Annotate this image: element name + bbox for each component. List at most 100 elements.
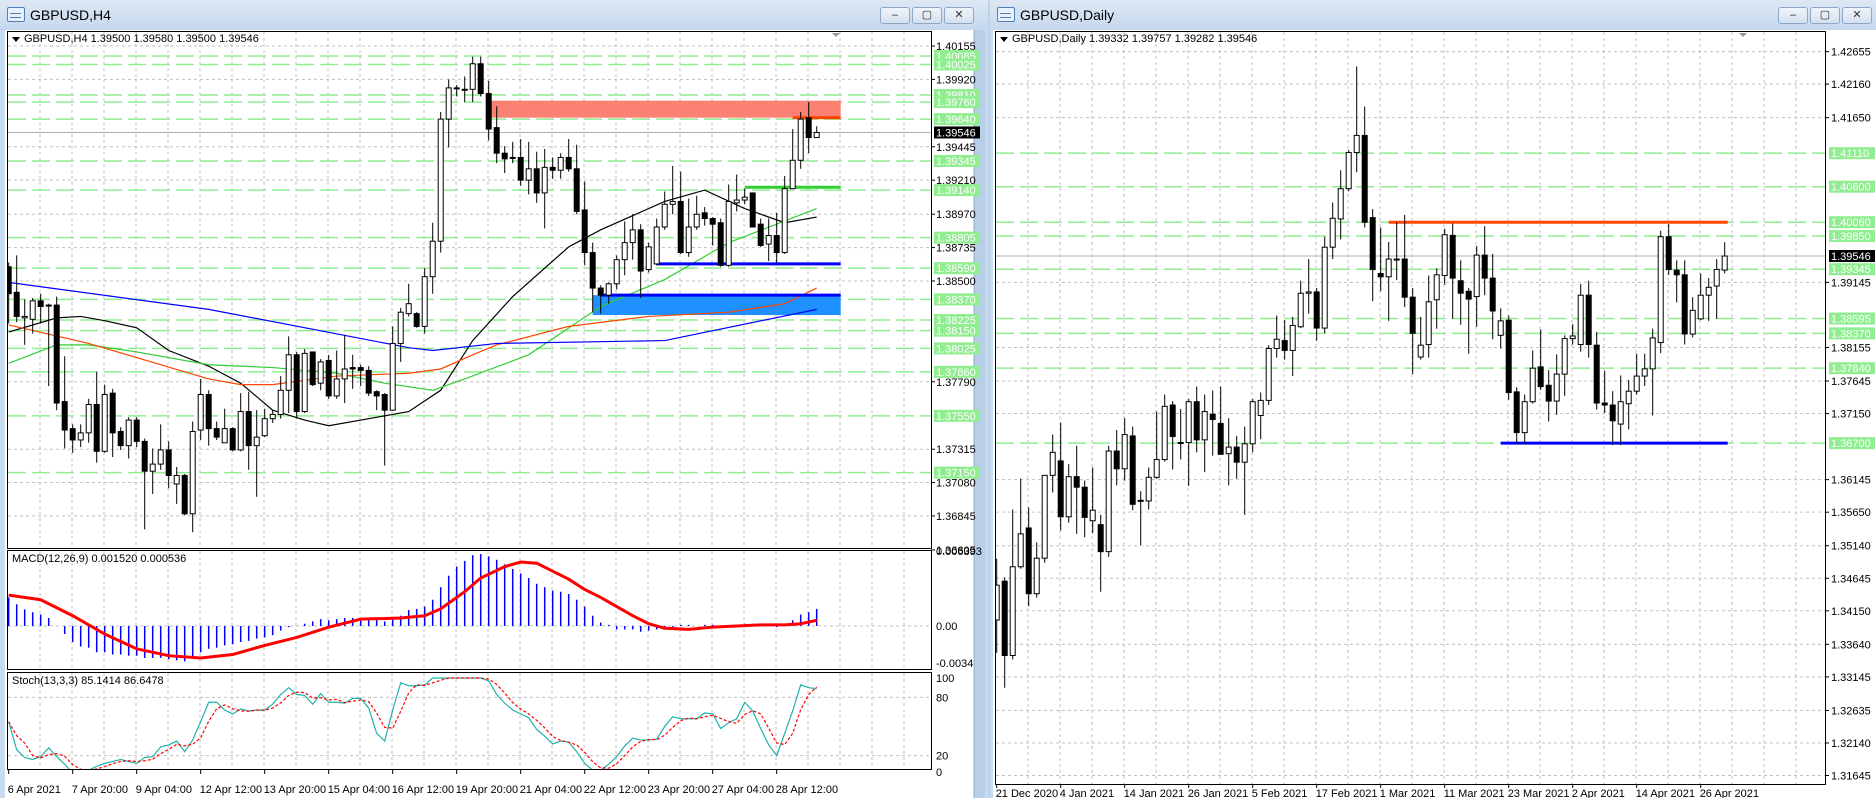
bear-candle-body: [533, 168, 540, 194]
candle: [13, 255, 20, 323]
bull-candle-body: [317, 361, 324, 384]
bear-candle-body: [357, 367, 364, 371]
bull-candle-body: [125, 419, 132, 447]
bull-candle-body: [1241, 443, 1248, 463]
bull-candle-body: [1473, 254, 1480, 298]
candle: [205, 390, 212, 446]
candle: [1329, 202, 1336, 260]
candle: [93, 371, 100, 463]
time-axis-label: 7 Apr 20:00: [72, 784, 128, 796]
bull-candle-body: [741, 196, 748, 201]
candle: [1673, 260, 1680, 303]
candle: [1529, 350, 1536, 404]
level-price-label: 1.36700: [1831, 438, 1871, 450]
chart-shift-marker-icon[interactable]: [1739, 33, 1747, 37]
bull-candle-body: [733, 199, 740, 204]
bull-candle-body: [261, 418, 268, 437]
time-axis-label: 27 Apr 04:00: [712, 784, 774, 796]
candle: [373, 390, 380, 411]
price-tick-label: 1.42655: [1831, 47, 1871, 59]
candle: [45, 303, 52, 387]
candle: [485, 80, 492, 141]
bull-candle-body: [1153, 459, 1160, 478]
level-price-label: 1.39345: [1831, 264, 1871, 276]
candle: [1065, 464, 1072, 523]
bull-candle-body: [197, 394, 204, 431]
candle: [1505, 315, 1512, 400]
bull-candle-body: [1041, 474, 1048, 559]
price-tick-label: 1.33145: [1831, 672, 1871, 684]
candle: [149, 448, 156, 494]
bull-candle-body: [1009, 566, 1016, 657]
candle: [421, 268, 428, 334]
candle: [741, 188, 748, 205]
candle: [1385, 241, 1392, 321]
bull-candle-body: [621, 242, 628, 261]
price-tick-label: 1.39920: [936, 74, 976, 86]
price-tick-label: 1.37315: [936, 444, 976, 456]
chart-shift-marker-icon[interactable]: [832, 33, 840, 37]
candle: [1681, 260, 1688, 345]
daily-panel-frame: [995, 31, 1826, 785]
bull-candle-body: [45, 304, 52, 307]
bear-candle-body: [229, 428, 236, 451]
bull-candle-body: [1089, 509, 1096, 522]
bull-candle-body: [85, 403, 92, 434]
candle: [1201, 394, 1208, 473]
bull-candle-body: [1121, 434, 1128, 470]
candle: [1441, 228, 1448, 285]
bear-candle-body: [1057, 460, 1064, 518]
bull-candle-body: [1441, 234, 1448, 276]
candle: [693, 195, 700, 230]
candle: [269, 410, 276, 423]
bull-candle-body: [1337, 188, 1344, 220]
level-price-label: 1.37840: [1831, 363, 1871, 375]
candle: [525, 141, 532, 195]
candle: [509, 141, 516, 164]
bear-candle-body: [1593, 344, 1600, 404]
level-price-label: 1.38025: [936, 343, 976, 355]
resistance-zone[interactable]: [488, 100, 841, 118]
bull-candle-body: [405, 303, 412, 315]
bull-candle-body: [277, 389, 284, 415]
bull-candle-body: [1033, 557, 1040, 595]
bear-candle-body: [413, 313, 420, 327]
candle: [253, 410, 260, 497]
bull-candle-body: [173, 474, 180, 485]
chart-menu-triangle-icon[interactable]: [1000, 37, 1008, 42]
bull-candle-body: [285, 354, 292, 391]
chart-menu-triangle-icon[interactable]: [12, 37, 20, 42]
candle: [29, 297, 36, 334]
candle: [645, 242, 652, 273]
price-tick-label: 1.41650: [1831, 113, 1871, 125]
candle: [1089, 467, 1096, 534]
candle: [1697, 273, 1704, 321]
bull-candle-body: [1289, 324, 1296, 351]
bull-candle-body: [1385, 258, 1392, 278]
candle: [1585, 280, 1592, 358]
bear-candle-body: [581, 209, 588, 254]
level-price-label: 1.41110: [1831, 148, 1869, 160]
candle: [1393, 222, 1400, 281]
bull-candle-body: [1065, 476, 1072, 518]
bear-candle-body: [117, 430, 124, 447]
candle: [1665, 224, 1672, 275]
bull-candle-body: [301, 352, 308, 413]
price-tick-label: 1.31645: [1831, 771, 1871, 783]
bull-candle-body: [1105, 450, 1112, 553]
candle: [477, 56, 484, 97]
candle: [1241, 426, 1248, 515]
level-price-label: 1.39140: [936, 185, 976, 197]
candle: [1017, 478, 1024, 569]
candle: [557, 153, 564, 179]
price-tick-label: 1.37150: [1831, 409, 1871, 421]
bull-candle-body: [429, 240, 436, 278]
candle: [1265, 345, 1272, 406]
bear-candle-body: [8, 266, 12, 295]
stoch-tick-label: 100: [936, 673, 954, 685]
bear-candle-body: [133, 419, 140, 442]
time-axis-label: 22 Apr 12:00: [584, 784, 646, 796]
bear-candle-body: [477, 63, 484, 95]
price-tick-label: 1.38155: [1831, 342, 1871, 354]
bear-candle-body: [1313, 291, 1320, 329]
